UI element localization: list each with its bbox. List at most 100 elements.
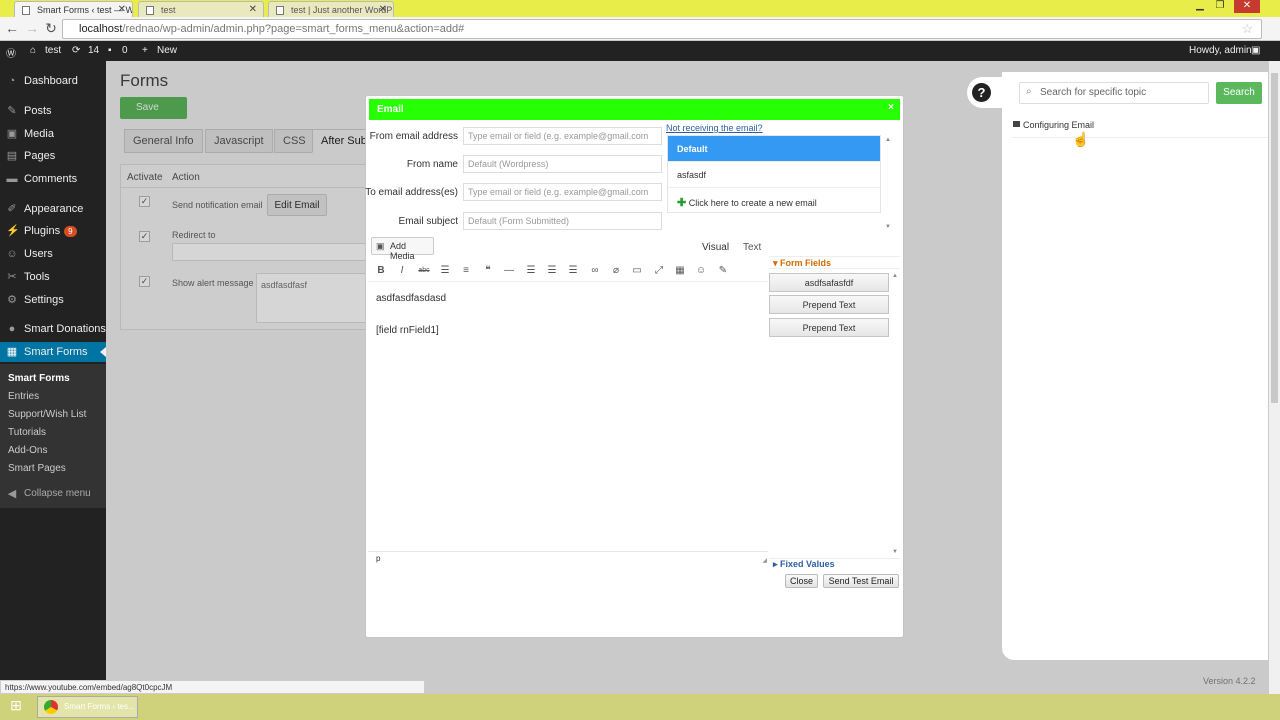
italic-icon[interactable]: I — [394, 263, 410, 279]
help-search-button[interactable]: Search — [1216, 82, 1262, 104]
site-home-icon[interactable]: ⌂ — [30, 45, 36, 56]
toolbar-toggle-icon[interactable]: ▦ — [672, 263, 688, 279]
back-icon[interactable]: ← — [4, 20, 20, 36]
email-list-item[interactable]: Default — [668, 136, 880, 162]
close-tab-icon[interactable]: ✕ — [118, 4, 126, 15]
page-scrollbar[interactable] — [1269, 61, 1280, 694]
window-close-icon[interactable]: ✕ — [1234, 0, 1260, 13]
save-button[interactable]: Save — [120, 97, 187, 119]
browser-tab-test[interactable]: test ✕ — [138, 1, 264, 17]
list-scroll-down-icon[interactable]: ▼ — [885, 224, 891, 230]
email-body-editor[interactable]: asdfasdfasdasd [field rnField1] — [368, 284, 768, 549]
sidebar-item-users[interactable]: ☺ Users — [0, 244, 106, 264]
horizontal-rule-icon[interactable]: ― — [501, 263, 517, 279]
minimize-icon[interactable]: ▁ — [1190, 0, 1210, 13]
send-test-email-button[interactable]: Send Test Email — [823, 574, 899, 588]
sidebar-item-pages[interactable]: ▤ Pages — [0, 146, 106, 166]
resize-handle-icon[interactable]: ◢ — [762, 557, 767, 564]
fullscreen-icon[interactable]: ⤢ — [651, 263, 667, 279]
strikethrough-icon[interactable]: abc — [416, 263, 432, 279]
restore-icon[interactable]: ❐ — [1210, 0, 1230, 13]
reload-icon[interactable]: ↻ — [43, 20, 59, 36]
help-question-icon[interactable]: ? — [972, 83, 991, 102]
sidebar-item-smart-donations[interactable]: ● Smart Donations — [0, 319, 106, 339]
add-media-button[interactable]: ▣ Add Media — [371, 237, 434, 261]
activate-alert-checkbox[interactable]: ✓ — [139, 276, 150, 287]
align-center-icon[interactable]: ☰ — [544, 263, 560, 279]
close-tab-icon[interactable]: ✕ — [249, 4, 257, 15]
unlink-icon[interactable]: ⌀ — [608, 263, 624, 279]
sidebar-item-dashboard[interactable]: ◔ Dashboard — [0, 71, 106, 91]
howdy-user-link[interactable]: Howdy, admin — [1189, 45, 1252, 56]
browser-tab-smart-forms[interactable]: Smart Forms ‹ test — Wo ✕ — [14, 1, 133, 17]
submenu-smart-forms[interactable]: Smart Forms — [8, 373, 70, 384]
align-left-icon[interactable]: ☰ — [523, 263, 539, 279]
comments-count[interactable]: 0 — [122, 45, 128, 56]
from-email-input[interactable]: Type email or field (e.g. example@gmail.… — [463, 127, 662, 145]
redirect-url-input[interactable] — [172, 243, 372, 261]
to-email-input[interactable]: Type email or field (e.g. example@gmail.… — [463, 183, 662, 201]
fixed-values-header[interactable]: ▸ Fixed Values — [769, 558, 900, 570]
submenu-support-wish-list[interactable]: Support/Wish List — [8, 409, 86, 420]
blockquote-icon[interactable]: ❝ — [480, 263, 496, 279]
browser-tab-test-wordpress[interactable]: test | Just another WordP ✕ — [268, 1, 394, 17]
not-receiving-email-link[interactable]: Not receiving the email? — [666, 123, 763, 133]
close-button[interactable]: Close — [785, 574, 818, 588]
activate-email-checkbox[interactable]: ✓ — [139, 196, 150, 207]
tab-text[interactable]: Text — [743, 242, 761, 253]
comments-icon[interactable]: ▪ — [108, 45, 112, 56]
alert-message-input[interactable]: asdfasdfasf — [256, 273, 371, 323]
edit-email-button[interactable]: Edit Email — [267, 194, 327, 216]
fields-scroll-down-icon[interactable]: ▼ — [892, 549, 898, 555]
email-subject-input[interactable]: Default (Form Submitted) — [463, 212, 662, 230]
new-plus-icon[interactable]: + — [142, 45, 148, 56]
bold-icon[interactable]: B — [373, 263, 389, 279]
align-right-icon[interactable]: ☰ — [565, 263, 581, 279]
form-field-button[interactable]: asdfsafasfdf — [769, 273, 889, 292]
fields-scroll-up-icon[interactable]: ▲ — [892, 273, 898, 279]
email-list-item[interactable]: asfasdf — [668, 162, 880, 188]
help-topic-link[interactable]: Configuring Email — [1012, 120, 1268, 138]
sidebar-item-smart-forms[interactable]: ▦ Smart Forms — [0, 342, 106, 362]
create-email-link[interactable]: ✚ Click here to create a new email — [668, 188, 880, 214]
collapse-menu-button[interactable]: ◀ Collapse menu — [0, 484, 106, 504]
tab-css[interactable]: CSS — [274, 129, 315, 153]
dialog-close-icon[interactable]: × — [888, 102, 894, 113]
sidebar-item-plugins[interactable]: ⚡ Plugins 9 — [0, 221, 106, 241]
sidebar-item-posts[interactable]: ✎ Posts — [0, 101, 106, 121]
updates-count[interactable]: 14 — [88, 45, 99, 56]
site-name-link[interactable]: test — [45, 45, 61, 56]
form-field-button[interactable]: Prepend Text — [769, 295, 889, 314]
emoticon-icon[interactable]: ☺ — [693, 263, 709, 279]
sidebar-item-appearance[interactable]: ✐ Appearance — [0, 199, 106, 219]
submenu-tutorials[interactable]: Tutorials — [8, 427, 46, 438]
sidebar-item-comments[interactable]: ▬ Comments — [0, 169, 106, 189]
form-field-button[interactable]: Prepend Text — [769, 318, 889, 337]
sidebar-item-settings[interactable]: ⚙ Settings — [0, 290, 106, 310]
avatar[interactable]: ▣ — [1251, 45, 1260, 56]
taskbar-chrome-window[interactable]: Smart Forms ‹ tes... — [37, 696, 138, 718]
url-field[interactable]: localhost/rednao/wp-admin/admin.php?page… — [62, 19, 1262, 39]
close-tab-icon[interactable]: ✕ — [379, 4, 387, 15]
tab-javascript[interactable]: Javascript — [205, 129, 273, 153]
activate-redirect-checkbox[interactable]: ✓ — [139, 231, 150, 242]
submenu-smart-pages[interactable]: Smart Pages — [8, 463, 66, 474]
sidebar-item-media[interactable]: ▣ Media — [0, 124, 106, 144]
submenu-add-ons[interactable]: Add-Ons — [8, 445, 47, 456]
from-name-input[interactable]: Default (Wordpress) — [463, 155, 662, 173]
help-search-input[interactable]: ⌕ Search for specific topic — [1019, 82, 1209, 104]
forward-icon[interactable]: → — [24, 20, 40, 36]
numbered-list-icon[interactable]: ≡ — [458, 263, 474, 279]
bookmark-star-icon[interactable]: ☆ — [1241, 21, 1253, 37]
windows-start-icon[interactable]: ⊞ — [4, 697, 28, 717]
updates-icon[interactable]: ⟳ — [72, 45, 80, 56]
list-scroll-up-icon[interactable]: ▲ — [885, 137, 891, 143]
tab-visual[interactable]: Visual — [702, 242, 729, 253]
new-content-link[interactable]: New — [157, 45, 177, 56]
read-more-icon[interactable]: ▭ — [629, 263, 645, 279]
sidebar-item-tools[interactable]: ✂ Tools — [0, 267, 106, 287]
bullet-list-icon[interactable]: ☰ — [437, 263, 453, 279]
wordpress-logo-icon[interactable]: Ⓦ — [6, 45, 16, 60]
tab-general-info[interactable]: General Info — [124, 129, 203, 153]
form-fields-header[interactable]: ▾ Form Fields — [769, 256, 900, 269]
